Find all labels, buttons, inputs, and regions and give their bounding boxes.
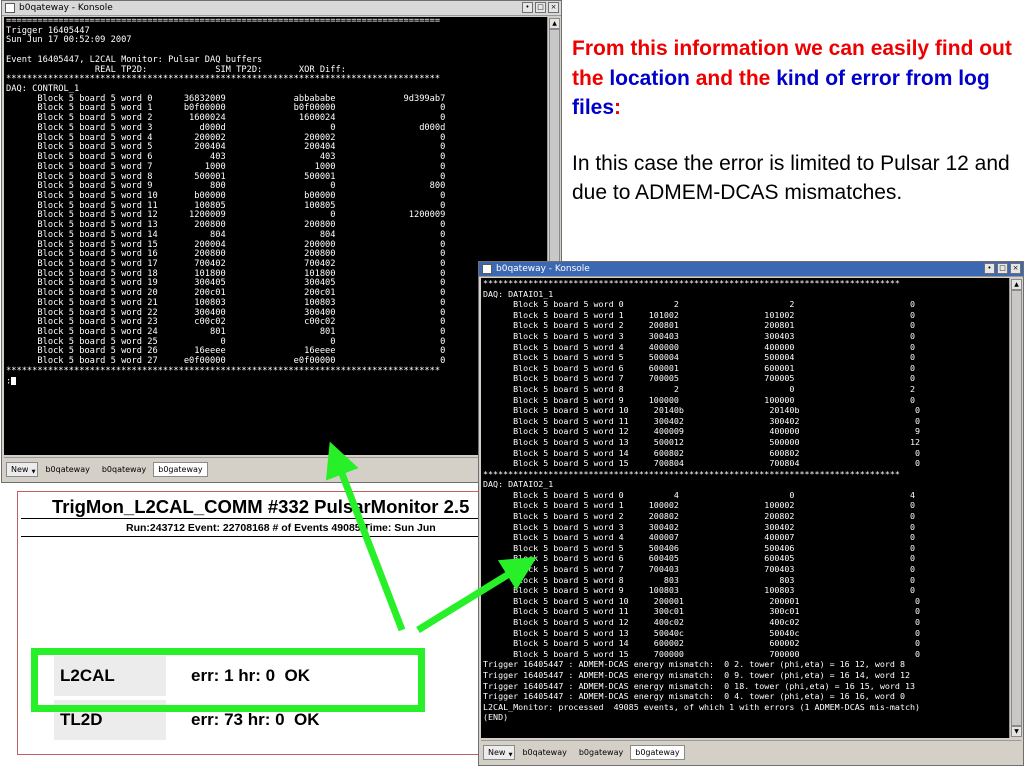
session-tab-3[interactable]: b0gateway [630, 744, 685, 760]
new-session-label: New [488, 747, 506, 757]
divider [21, 536, 483, 537]
scroll-down-icon[interactable]: ▼ [1011, 726, 1022, 737]
session-tab-1[interactable]: b0qateway [40, 462, 94, 477]
close-icon[interactable]: × [1010, 263, 1021, 274]
konsole-window-2: b0qateway - Konsole • □ × **************… [478, 261, 1024, 766]
scroll-up-icon[interactable]: ▲ [549, 18, 560, 29]
session-tab-bar: New ▼ b0qateway b0qateway b0gateway [4, 457, 559, 480]
terminal-output[interactable]: ****************************************… [481, 278, 1011, 738]
explanation-note: In this case the error is limited to Pul… [572, 151, 1010, 205]
dropdown-arrow-icon: ▼ [31, 468, 36, 475]
close-icon[interactable]: × [548, 2, 559, 13]
konsole-app-icon [5, 3, 15, 13]
session-tab-bar: New ▼ b0qateway b0gateway b0gateway [481, 740, 1021, 763]
window-title: b0qateway - Konsole [19, 3, 113, 13]
scroll-thumb[interactable] [1011, 290, 1022, 726]
terminal-text: ========================================… [6, 17, 446, 387]
session-tab-2[interactable]: b0gateway [574, 745, 628, 760]
titlebar[interactable]: b0qateway - Konsole • □ × [479, 262, 1023, 277]
highlight-box [31, 648, 425, 712]
session-tab-2[interactable]: b0qateway [97, 462, 151, 477]
terminal-cursor [11, 376, 17, 385]
session-tab-3[interactable]: b0gateway [153, 461, 208, 477]
heading-location-word: location [609, 66, 690, 90]
explanation-panel: From this information we can easily find… [572, 34, 1017, 208]
window-title: b0qateway - Konsole [496, 264, 590, 274]
trigmon-panel: TrigMon_L2CAL_COMM #332 PulsarMonitor 2.… [17, 491, 484, 755]
terminal-output[interactable]: ========================================… [4, 17, 548, 455]
divider [21, 518, 483, 519]
heading-text-2: and the [689, 66, 777, 90]
heading-kind-word: kind [776, 66, 820, 90]
maximize-icon[interactable]: □ [535, 2, 546, 13]
new-session-button[interactable]: New ▼ [6, 461, 39, 477]
minimize-icon[interactable]: • [984, 263, 995, 274]
explanation-heading: From this information we can easily find… [572, 34, 1017, 123]
monitor-row-status: err: 73 hr: 0 OK [191, 710, 320, 729]
new-session-button[interactable]: New ▼ [483, 744, 516, 760]
minimize-icon[interactable]: • [522, 2, 533, 13]
new-session-label: New [11, 464, 29, 474]
monitor-run-info: Run:243712 Event: 22708168 # of Events 4… [126, 522, 436, 534]
titlebar[interactable]: b0qateway - Konsole • □ × [2, 1, 561, 16]
monitor-title: TrigMon_L2CAL_COMM #332 PulsarMonitor 2.… [52, 496, 470, 517]
konsole-app-icon [482, 264, 492, 274]
terminal-text: ****************************************… [483, 278, 921, 723]
vertical-scrollbar[interactable]: ▲ ▼ [1009, 278, 1022, 738]
maximize-icon[interactable]: □ [997, 263, 1008, 274]
session-tab-1[interactable]: b0qateway [517, 745, 571, 760]
heading-colon: : [614, 96, 622, 119]
scroll-up-icon[interactable]: ▲ [1011, 279, 1022, 290]
dropdown-arrow-icon: ▼ [508, 751, 513, 758]
